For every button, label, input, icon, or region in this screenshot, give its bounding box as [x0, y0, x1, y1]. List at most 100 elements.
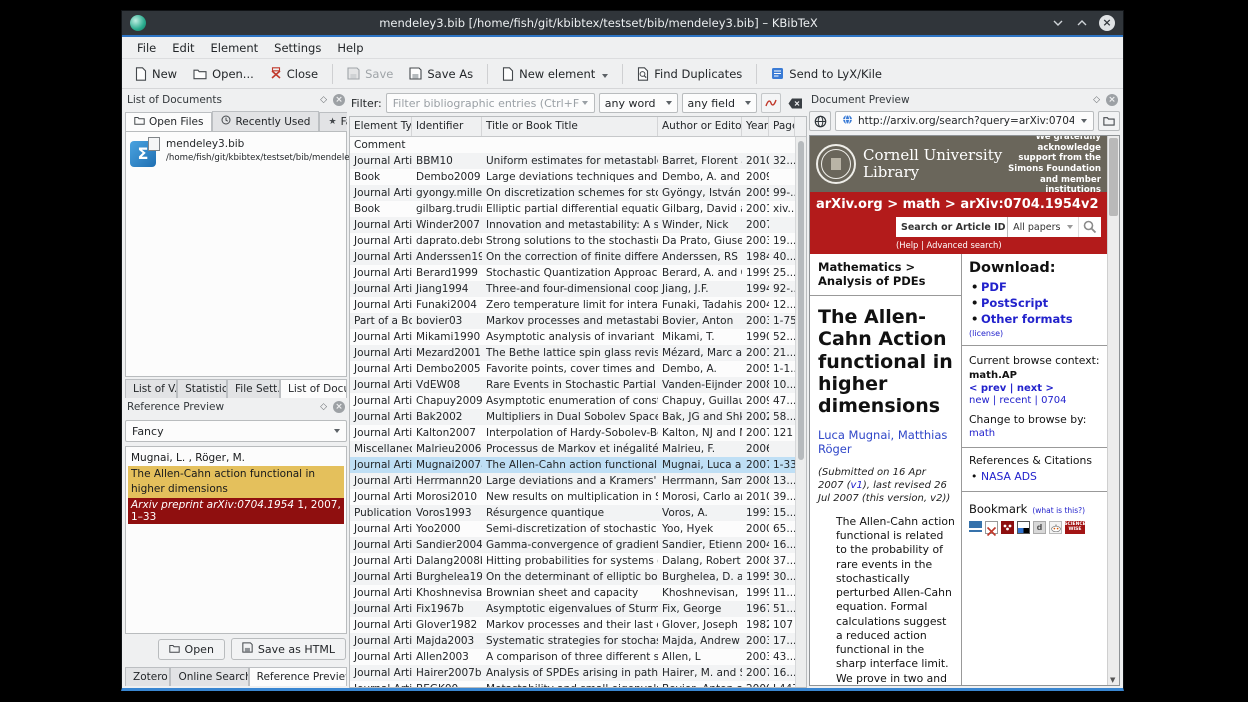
table-row[interactable]: Journal Article Yoo2000 Semi-discretizat…	[350, 521, 806, 537]
menu-item[interactable]: Element	[204, 39, 266, 57]
dock-tab[interactable]: List of Docu...	[280, 379, 347, 398]
table-row[interactable]: Journal Article Burghelea1995 On the det…	[350, 569, 806, 585]
nav-links[interactable]: new | recent | 0704	[969, 395, 1100, 406]
menu-item[interactable]: File	[130, 39, 163, 57]
download-link[interactable]: Other formats	[969, 311, 1100, 327]
dock-tab[interactable]: List of V...	[125, 379, 177, 398]
open-external-icon[interactable]	[1098, 111, 1120, 131]
table-row[interactable]: Journal Article Sandier2004 Gamma-conver…	[350, 537, 806, 553]
table-row[interactable]: Journal Article Dalang2008b Hitting prob…	[350, 553, 806, 569]
tab-open-files[interactable]: Open Files	[125, 112, 212, 131]
citeulike-icon[interactable]	[969, 521, 982, 534]
table-row[interactable]: Journal Article Allen2003 A comparison o…	[350, 649, 806, 665]
preview-scrollbar-thumb[interactable]	[1109, 138, 1118, 216]
table-row[interactable]: Journal Article Fix1967b Asymptotic eige…	[350, 601, 806, 617]
bibsonomy-icon[interactable]	[985, 521, 998, 534]
table-row[interactable]: Journal Article Bak2002 Multipliers in D…	[350, 409, 806, 425]
mendeley-icon[interactable]	[1001, 521, 1014, 534]
scroll-down-arrow-icon[interactable]: ▼	[1110, 676, 1115, 684]
table-row[interactable]: Journal Article Khoshnevisan1... Brownia…	[350, 585, 806, 601]
table-row[interactable]: Journal Article Funaki2004 Zero temperat…	[350, 297, 806, 313]
table-row[interactable]: Journal Article Mikami1990 Asymptotic an…	[350, 329, 806, 345]
table-row[interactable]: Journal Article Mugnai2007a The Allen-Ca…	[350, 457, 806, 473]
table-row[interactable]: Journal Article Winder2007 Innovation an…	[350, 217, 806, 233]
math-link[interactable]: math	[969, 428, 1100, 439]
table-row[interactable]: Journal Article Dembo2005 Favorite point…	[350, 361, 806, 377]
table-row[interactable]: Journal Article Anderssen1984 On the cor…	[350, 249, 806, 265]
table-scrollbar[interactable]	[795, 137, 806, 687]
arxiv-scope-select[interactable]: All papers	[1007, 217, 1078, 237]
float-panel-icon[interactable]: ◇	[1093, 95, 1100, 105]
send-to-lyx-button[interactable]: Send to LyX/Kile	[764, 63, 889, 85]
table-row[interactable]: Publication i... Voros1993 Résurgence qu…	[350, 505, 806, 521]
table-row[interactable]: Journal Article Morosi2010 New results o…	[350, 489, 806, 505]
search-pdf-icon[interactable]	[761, 93, 781, 113]
table-row[interactable]: Journal Article VdEW08 Rare Events in St…	[350, 377, 806, 393]
menu-item[interactable]: Settings	[267, 39, 328, 57]
sciencewise-icon[interactable]: SCIENCEWISE	[1065, 521, 1085, 534]
open-button[interactable]: Open...	[186, 63, 261, 85]
menu-item[interactable]: Help	[330, 39, 370, 57]
menu-item[interactable]: Edit	[165, 39, 201, 57]
what-is-this-link[interactable]: (what is this?)	[1032, 506, 1085, 515]
prev-next-links[interactable]: < prev | next >	[969, 383, 1100, 394]
table-row[interactable]: Book gilbarg.truding... Elliptic partial…	[350, 201, 806, 217]
search-icon[interactable]	[1078, 217, 1101, 237]
arxiv-search-input[interactable]: Search or Article ID	[896, 217, 1007, 237]
table-row[interactable]: Journal Article Berard1999 Stochastic Qu…	[350, 265, 806, 281]
minimize-icon[interactable]	[1051, 16, 1065, 30]
filter-input[interactable]: Filter bibliographic entries (Ctrl+F)	[386, 93, 595, 113]
table-row[interactable]: Journal Article BBM10 Uniform estimates …	[350, 153, 806, 169]
help-links[interactable]: (Help | Advanced search)	[896, 240, 1101, 250]
v1-link[interactable]: v1	[851, 480, 863, 491]
titlebar[interactable]: mendeley3.bib [/home/fish/git/kbibtex/te…	[122, 11, 1123, 37]
column-header-author[interactable]: Author or Editor	[658, 117, 742, 136]
save-button[interactable]: Save	[340, 63, 400, 85]
table-row[interactable]: Journal Article Chapuy2009 Asymptotic en…	[350, 393, 806, 409]
preview-style-select[interactable]: Fancy	[125, 420, 347, 442]
download-link[interactable]: PDF	[969, 279, 1100, 295]
save-as-button[interactable]: Save As	[402, 63, 480, 85]
table-row[interactable]: Journal Article Mezard2001 The Bethe lat…	[350, 345, 806, 361]
column-header-identifier[interactable]: Identifier	[412, 117, 482, 136]
table-scrollbar-thumb[interactable]	[798, 141, 804, 460]
table-row[interactable]: Journal Article BEGK00 Metastability and…	[350, 681, 806, 687]
table-row[interactable]: Journal Article Glover1982 Markov proces…	[350, 617, 806, 633]
table-row[interactable]: Journal Article Kalton2007 Interpolation…	[350, 425, 806, 441]
clear-filter-icon[interactable]	[785, 93, 805, 113]
table-row[interactable]: Journal Article daprato.debus... Strong …	[350, 233, 806, 249]
close-file-button[interactable]: Close	[263, 63, 325, 85]
list-item[interactable]: Σ mendeley3.bib /home/fish/git/kbibtex/t…	[130, 137, 342, 167]
digg-icon[interactable]: d	[1033, 521, 1046, 534]
table-row[interactable]: Journal Article Jiang1994 Three-and four…	[350, 281, 806, 297]
license-link[interactable]: (license)	[969, 329, 1100, 338]
open-reference-button[interactable]: Open	[158, 639, 225, 660]
table-row[interactable]: Journal Article Herrmann2008 Large devia…	[350, 473, 806, 489]
float-panel-icon[interactable]: ◇	[320, 402, 327, 412]
find-duplicates-button[interactable]: Find Duplicates	[630, 63, 749, 85]
reddit-icon[interactable]	[1049, 521, 1062, 534]
close-window-icon[interactable]: ×	[1099, 15, 1115, 31]
table-row[interactable]: Journal Article Majda2003 Systematic str…	[350, 633, 806, 649]
dock-tab[interactable]: File Sett...	[227, 379, 280, 398]
download-link[interactable]: PostScript	[969, 295, 1100, 311]
save-as-html-button[interactable]: Save as HTML	[231, 638, 346, 660]
float-panel-icon[interactable]: ◇	[320, 95, 327, 105]
table-row[interactable]: Part of a Bo... bovier03 Markov processe…	[350, 313, 806, 329]
table-row[interactable]: Miscellaneo... Malrieu2006 Processus de …	[350, 441, 806, 457]
column-header-type[interactable]: Element Type	[350, 117, 412, 136]
online-mode-icon[interactable]	[809, 111, 831, 131]
tab-recently-used[interactable]: Recently Used	[212, 111, 319, 131]
article-authors[interactable]: Luca Mugnai, Matthias Röger	[810, 424, 961, 464]
close-panel-icon[interactable]: ×	[333, 401, 345, 413]
bottom-dock-tab[interactable]: Online Search	[170, 667, 248, 686]
tab-favorites[interactable]: ★ Favori	[319, 112, 347, 131]
filter-field-select[interactable]: any field	[682, 93, 757, 113]
filter-word-select[interactable]: any word	[599, 93, 678, 113]
bottom-dock-tab[interactable]: Zotero	[125, 667, 170, 686]
maximize-icon[interactable]	[1075, 16, 1089, 30]
bottom-dock-tab[interactable]: Reference Preview	[249, 667, 347, 686]
url-combobox[interactable]: http://arxiv.org/search?query=arXiv:0704…	[835, 111, 1094, 131]
close-panel-icon[interactable]: ×	[1106, 94, 1118, 106]
table-row[interactable]: Comment	[350, 137, 806, 153]
